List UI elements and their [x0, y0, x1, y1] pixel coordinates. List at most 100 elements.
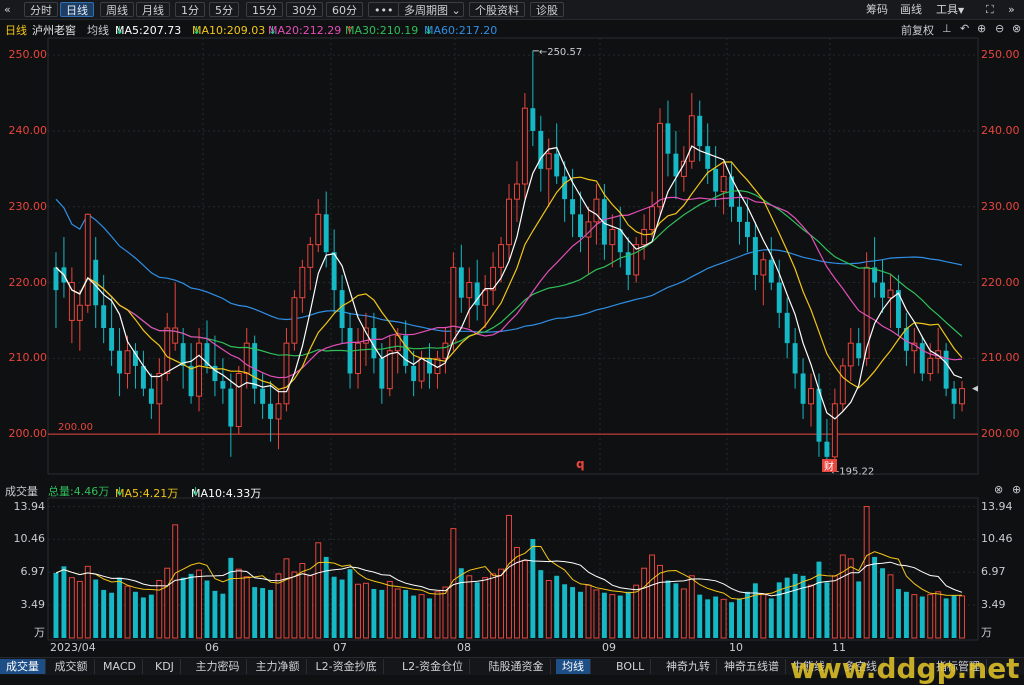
candle-body-down [737, 206, 742, 222]
candle-body-up [355, 342, 361, 374]
volume-bar-down [530, 539, 536, 638]
candle-body-up [545, 153, 552, 170]
candle-body-down [228, 388, 234, 427]
volume-bar-down [212, 590, 218, 638]
candle-body-down [665, 123, 671, 154]
kline-chart[interactable]: 200.00 ←250.57 ←195.22 q 财 [0, 0, 1024, 674]
indicator-tab-4[interactable]: 主力密码 [190, 659, 247, 674]
indicator-tab-3[interactable]: KDJ [149, 659, 181, 674]
volume-frame [47, 497, 979, 641]
candle-body-down [578, 214, 583, 238]
candle-body-up [506, 198, 512, 246]
candle-body-up [959, 388, 965, 405]
volume-bar-down [578, 591, 583, 638]
volume-bar-up [235, 568, 242, 639]
volume-bar-down [117, 577, 123, 638]
candle-body-down [188, 365, 194, 397]
volume-bar-down [61, 566, 67, 638]
candle-body-down [379, 358, 385, 389]
volume-bar-up [362, 582, 369, 639]
volume-bar-down [538, 570, 544, 638]
candle-body-up [275, 403, 282, 420]
volume-bar-down [617, 595, 623, 638]
volume-bar-down [705, 599, 711, 638]
candle-body-down [554, 153, 560, 177]
candle-body-up [831, 403, 838, 458]
volume-bar-down [474, 582, 480, 638]
candle-body-up [521, 107, 528, 185]
chevron-right-icon[interactable]: › [536, 659, 540, 674]
volume-bar-up [434, 591, 441, 639]
volume-bar-down [824, 582, 830, 638]
candle-body-down [800, 373, 806, 404]
candle-body-up [839, 365, 846, 405]
volume-bar-up [307, 575, 314, 639]
volume-axis-left-label: 13.94 [13, 499, 46, 513]
volume-add-icon[interactable]: ⊕ [1012, 483, 1021, 496]
candle-body-up [808, 388, 814, 405]
volume-bar-up [466, 575, 473, 639]
overlay-tab-1[interactable]: BOLL [610, 659, 652, 674]
volume-bar-down [371, 588, 377, 638]
volume-bar-down [625, 591, 631, 638]
overlay-tab-2[interactable]: 神奇九转 [660, 659, 717, 674]
volume-bar-down [673, 583, 679, 638]
volume-unit-label: 万 [34, 626, 45, 639]
candle-body-up [299, 266, 306, 299]
candle-body-up [513, 183, 520, 200]
volume-bar-down [331, 576, 337, 638]
candle-body-down [109, 328, 115, 351]
candle-body-up [498, 244, 505, 268]
volume-bar-down [562, 584, 568, 638]
volume-ma10-text: MA10:4.33万 [191, 487, 262, 500]
indicator-tab-0[interactable]: 成交量 [0, 659, 46, 674]
indicator-tab-2[interactable]: MACD [97, 659, 143, 674]
volume-bar-down [943, 598, 949, 638]
indicator-tab-6[interactable]: L2-资金抄底 [310, 659, 384, 674]
volume-bar-up [386, 580, 393, 639]
volume-bar-down [665, 580, 671, 638]
arrow-down-icon: ↓ [115, 485, 125, 498]
volume-bar-up [831, 575, 838, 639]
price-level-label: 200.00 [58, 422, 93, 433]
candle-body-up [196, 342, 202, 397]
overlay-tab-3[interactable]: 神奇五线谱 [718, 659, 786, 674]
candle-body-up [315, 213, 322, 246]
volume-close-icon[interactable]: ⊗ [994, 483, 1003, 496]
high-label: ←250.57 [539, 47, 582, 58]
candle-body-down [53, 267, 59, 291]
volume-bar-up [196, 569, 202, 639]
volume-axis-left-label: 10.46 [13, 532, 46, 546]
candle-body-down [268, 403, 274, 419]
volume-bar-up [506, 514, 512, 639]
candle-body-up [609, 228, 616, 246]
candle-body-down [617, 229, 623, 253]
volume-bar-down [895, 588, 901, 638]
volume-bar-down [919, 596, 925, 638]
candle-body-up [927, 357, 934, 374]
x-axis-label: 2023/04 [50, 641, 96, 654]
volume-bar-down [323, 556, 329, 638]
candle-body-down [411, 365, 417, 382]
indicator-tab-5[interactable]: 主力净额 [250, 659, 307, 674]
indicator-tab-1[interactable]: 成交额 [49, 659, 95, 674]
volume-bar-down [570, 587, 576, 638]
indicator-tabs: 成交量 成交额 MACD KDJ 主力密码 主力净额 L2-资金抄底 L2-资金仓位 陆股通资金… [0, 652, 1024, 685]
volume-bar-up [283, 558, 290, 639]
volume-title: 成交量 [5, 485, 38, 498]
candle-body-down [323, 214, 329, 253]
candle-body-up [386, 350, 393, 390]
volume-bar-up [482, 577, 489, 639]
volume-bar-down [411, 595, 417, 638]
candle-body-up [887, 289, 894, 299]
volume-bar-up [124, 585, 131, 639]
indicator-tab-7[interactable]: L2-资金仓位 [396, 659, 471, 674]
volume-bar-up [760, 594, 767, 639]
volume-bar-down [903, 591, 909, 638]
volume-bar-up [935, 591, 942, 639]
candle-body-up [124, 350, 131, 374]
volume-bar-up [657, 564, 663, 639]
volume-bar-down [260, 588, 266, 638]
candle-body-up [235, 372, 242, 428]
overlay-tab-0[interactable]: 均线 [556, 659, 591, 674]
